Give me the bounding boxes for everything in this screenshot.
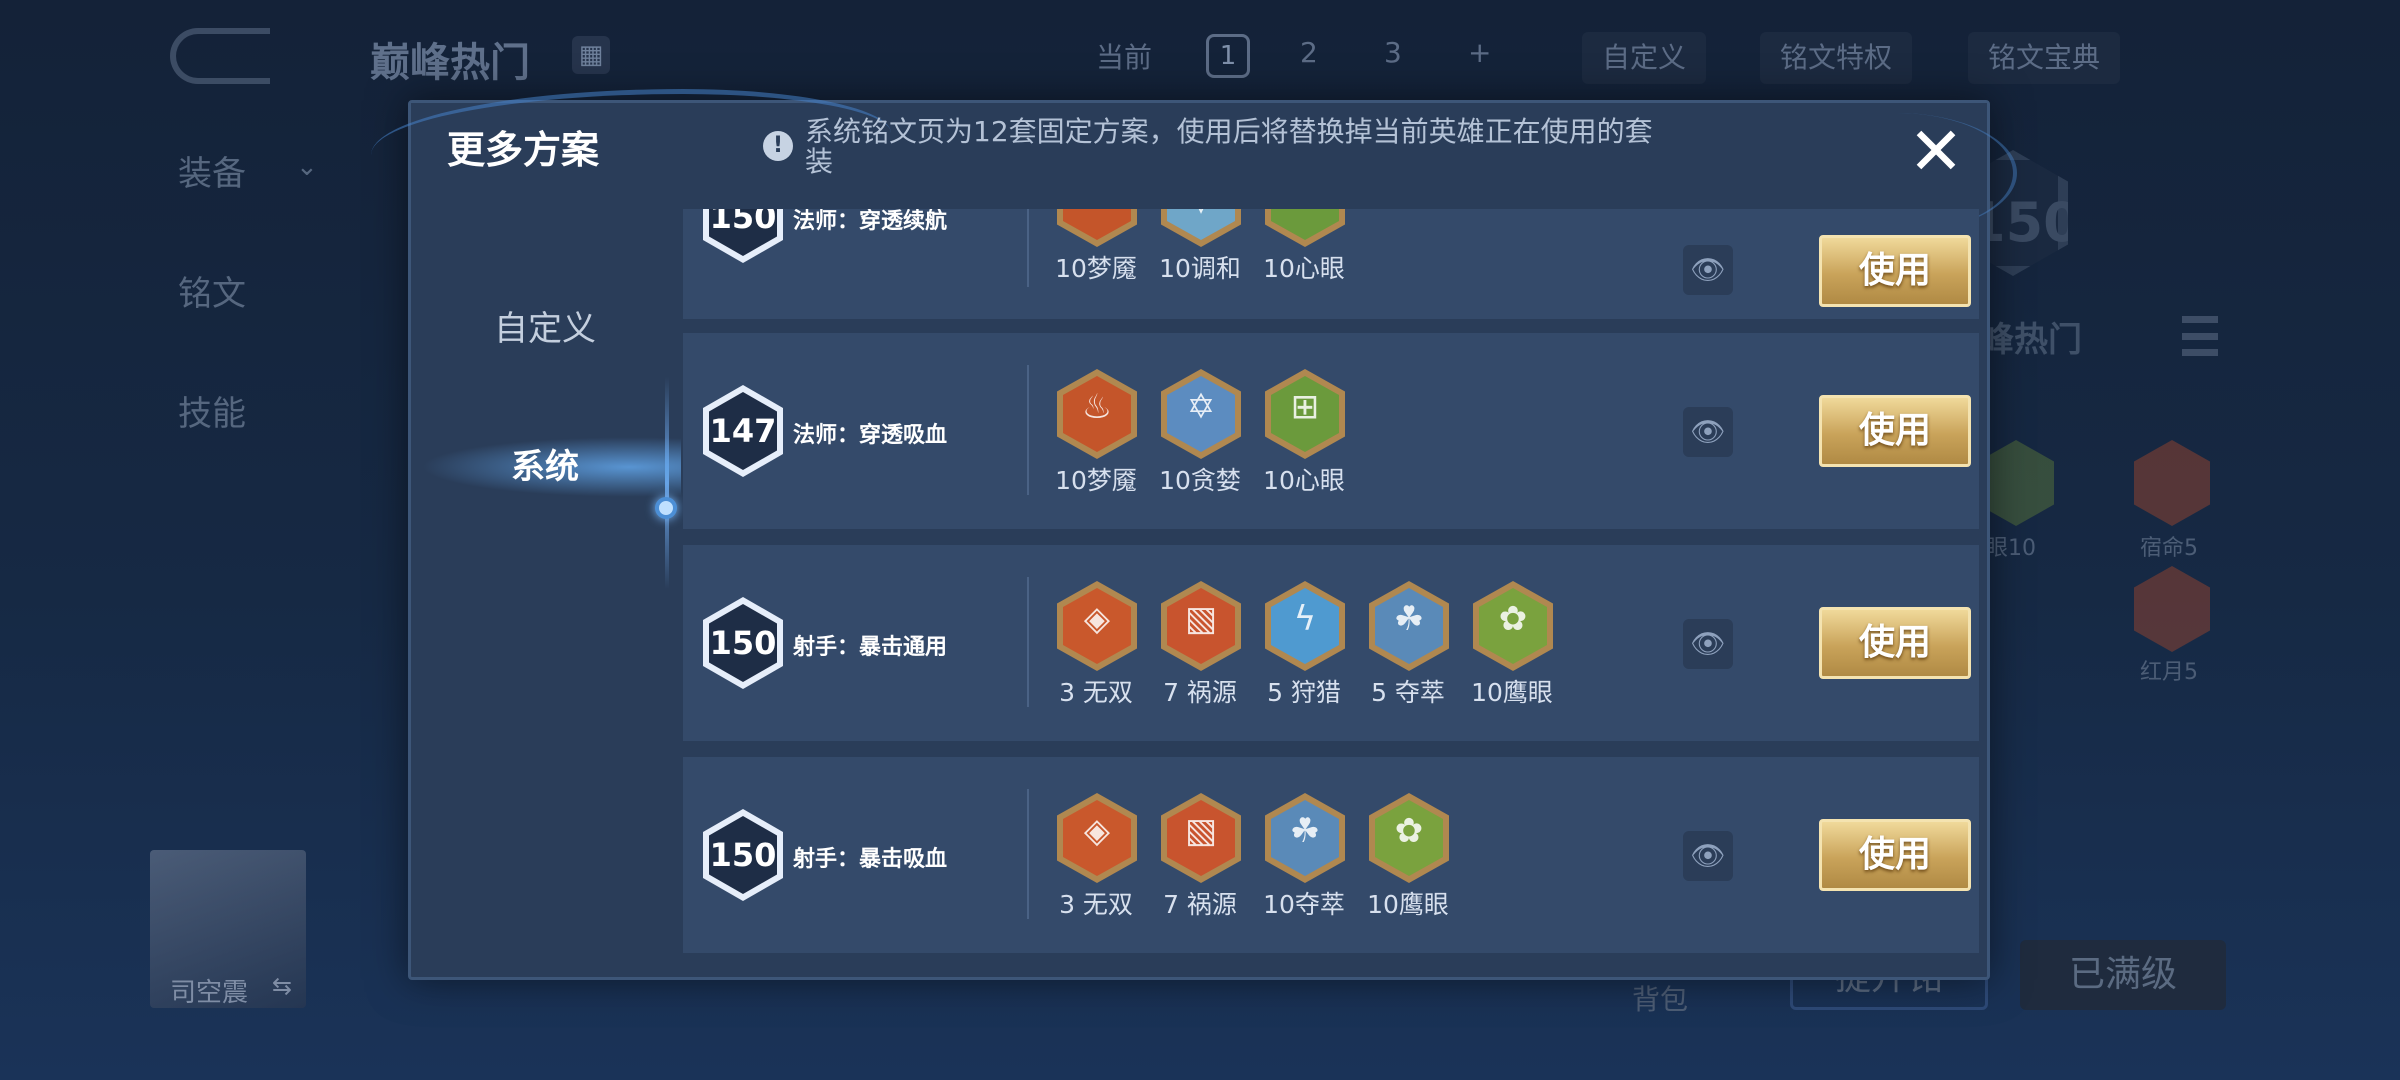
preview-eye-icon[interactable]: 👁 [1683,245,1733,295]
level-badge: 150 [703,209,783,263]
bg-add-page[interactable]: + [1468,36,1491,69]
tab-column: 自定义 系统 [411,209,681,979]
bg-preview-name: 峰热门 [1980,320,2082,360]
tab-system[interactable]: 系统 [411,427,679,507]
level-badge: 150 [703,597,783,689]
menu-icon[interactable] [2182,316,2218,356]
gem-item[interactable]: ✿ 10鹰眼 [1459,581,1565,741]
gem-item[interactable]: ☘ 10夺萃 [1251,793,1357,953]
gem-item[interactable]: ♨10梦魇 [1043,209,1149,317]
row-divider [1027,209,1029,287]
gem-item[interactable]: ⊞10心眼 [1251,209,1357,317]
plan-list[interactable]: 150 法师：穿透续航 ♨10梦魇 ◊10调和 ⊞10心眼 👁 使用 147 法… [683,209,1979,979]
bg-page-title: 巅峰热门 [370,40,530,86]
gem-group: ♨10梦魇 ◊10调和 ⊞10心眼 [1043,209,1643,317]
notice-text: 系统铭文页为12套固定方案，使用后将替换掉当前英雄正在使用的套装 [805,115,1653,178]
gem-item[interactable]: ▧ 7 祸源 [1147,581,1253,741]
use-button[interactable]: 使用 [1819,607,1971,679]
plan-row: 147 法师：穿透吸血 ♨ 10梦魇 ✡ 10贪婪 ⊞ 10心眼 👁 使用 [683,333,1979,529]
bg-codex-button[interactable]: 铭文宝典 [1968,32,2121,84]
inscription-icon: ◈ [1057,793,1137,883]
row-divider [1027,365,1029,495]
gem-item[interactable]: ◈ 3 无双 [1043,581,1149,741]
inscription-icon: ◈ [1057,581,1137,671]
gem-item[interactable]: ☘ 5 夺萃 [1355,581,1461,741]
active-tab-dot-icon [655,497,677,519]
info-icon: ! [763,131,793,161]
gem-item[interactable]: ♨10梦魇 [1043,369,1149,529]
gem-item[interactable]: ϟ5 狩猎 [1251,581,1357,741]
gem-item[interactable]: ⊞10心眼 [1251,369,1357,529]
bg-maxed-button[interactable]: 已满级 [2020,940,2226,1010]
plan-row: 150 射手：暴击通用 ◈ 3 无双 ▧ 7 祸源 ϟ5 狩猎 ☘ 5 夺萃 ✿ 10鹰… [683,545,1979,741]
bg-tab-equipment[interactable]: 装备 [178,146,246,195]
level-badge: 147 [703,385,783,477]
gem-group: ♨ 10梦魇 ✡ 10贪婪 ⊞ 10心眼 [1043,369,1643,529]
inscription-icon: ⊞ [1265,369,1345,459]
bg-custom-button[interactable]: 自定义 [1582,32,1707,84]
gem-item[interactable]: ◊10调和 [1147,209,1253,317]
preview-eye-icon[interactable]: 👁 [1683,407,1733,457]
chevron-down-icon: ⌄ [296,152,318,182]
inscription-icon: ♨ [1057,369,1137,459]
use-button[interactable]: 使用 [1819,395,1971,467]
bg-tab-inscription[interactable]: 铭文 [178,266,246,315]
modal-header: 更多方案 ! 系统铭文页为12套固定方案，使用后将替换掉当前英雄正在使用的套装 … [371,89,2017,233]
use-button[interactable]: 使用 [1819,235,1971,307]
level-badge: 150 [703,809,783,901]
inscription-icon: ☘ [1265,793,1345,883]
gem-group: ◈ 3 无双 ▧ 7 祸源 ☘ 10夺萃 ✿ 10鹰眼 [1043,793,1643,953]
more-plans-modal: 更多方案 ! 系统铭文页为12套固定方案，使用后将替换掉当前英雄正在使用的套装 … [371,89,2017,980]
bg-page-2[interactable]: 2 [1300,36,1318,69]
bg-gem-label: 宿命5 [2140,536,2198,561]
plan-name: 法师：穿透续航 [793,209,948,234]
inscription-icon: ☘ [1369,581,1449,671]
bg-privilege-button[interactable]: 铭文特权 [1760,32,1913,84]
gem-item[interactable]: ✡ 10贪婪 [1147,369,1253,529]
inscription-icon: ✿ [1473,581,1553,671]
plan-name: 射手：暴击通用 [793,635,948,660]
row-divider [1027,577,1029,707]
preview-eye-icon[interactable]: 👁 [1683,619,1733,669]
modal-title: 更多方案 [447,128,600,172]
bg-page-3[interactable]: 3 [1384,36,1402,69]
inscription-icon: ✿ [1369,793,1449,883]
tab-custom[interactable]: 自定义 [411,289,679,369]
row-divider [1027,789,1029,919]
bg-bag-label[interactable]: 背包 [1632,978,1688,1018]
bg-gem-icon [2134,566,2210,652]
bg-gem-icon [2134,440,2210,526]
close-button[interactable]: ✕ [1901,117,1971,187]
gem-group: ◈ 3 无双 ▧ 7 祸源 ϟ5 狩猎 ☘ 5 夺萃 ✿ 10鹰眼 [1043,581,1643,741]
bg-page-1[interactable]: 1 [1206,34,1250,78]
use-button[interactable]: 使用 [1819,819,1971,891]
back-arrow-icon[interactable] [170,28,270,84]
plan-row: 150 射手：暴击吸血 ◈ 3 无双 ▧ 7 祸源 ☘ 10夺萃 ✿ 10鹰眼 👁 使用 [683,757,1979,953]
inscription-icon: ⊞ [1265,209,1345,247]
plan-row: 150 法师：穿透续航 ♨10梦魇 ◊10调和 ⊞10心眼 👁 使用 [683,209,1979,319]
swap-icon[interactable]: ⇆ [272,972,292,1000]
grid-icon[interactable]: ▦ [572,36,610,74]
bg-gem-label: 红月5 [2140,660,2198,685]
inscription-icon: ▧ [1161,793,1241,883]
gem-item[interactable]: ✿ 10鹰眼 [1355,793,1461,953]
inscription-icon: ϟ [1265,581,1345,671]
bg-current-label: 当前 [1096,41,1153,74]
inscription-icon: ▧ [1161,581,1241,671]
plan-name: 射手：暴击吸血 [793,847,948,872]
plan-name: 法师：穿透吸血 [793,423,948,448]
gem-item[interactable]: ◈ 3 无双 [1043,793,1149,953]
inscription-icon: ◊ [1161,209,1241,247]
bg-tab-skills[interactable]: 技能 [178,386,246,435]
inscription-icon: ✡ [1161,369,1241,459]
inscription-icon: ♨ [1057,209,1137,247]
preview-eye-icon[interactable]: 👁 [1683,831,1733,881]
hero-name: 司空震 [170,978,249,1008]
gem-item[interactable]: ▧ 7 祸源 [1147,793,1253,953]
bg-gem-label: 眼10 [1986,536,2036,561]
